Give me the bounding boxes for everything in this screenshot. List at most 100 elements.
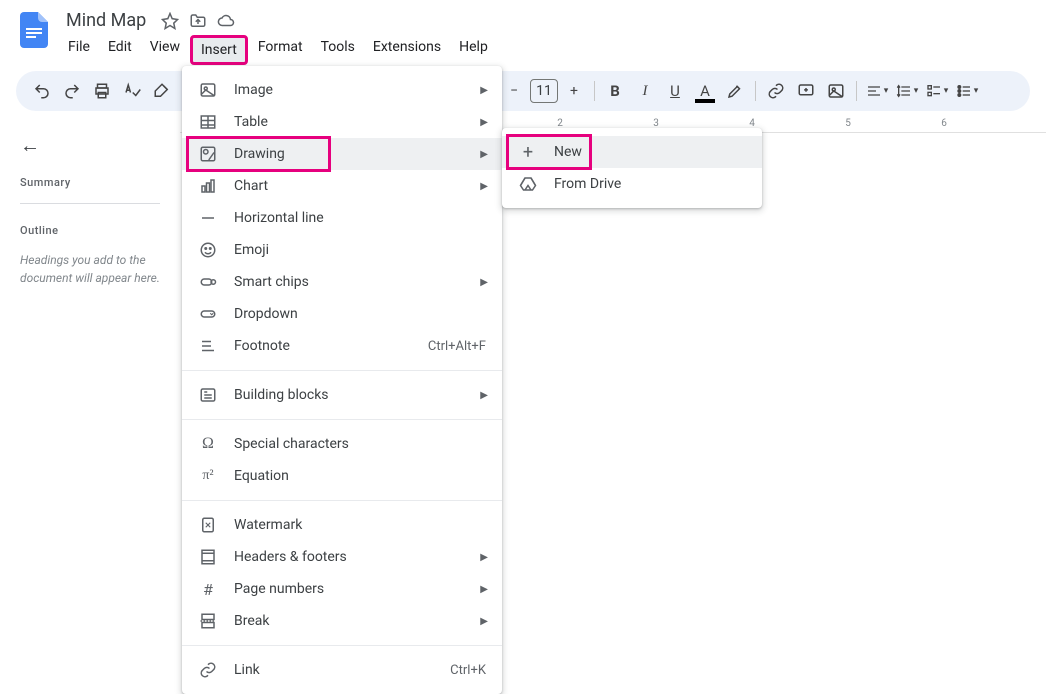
collapse-outline-icon[interactable]: ←: [20, 133, 160, 158]
cloud-status-icon[interactable]: [216, 11, 236, 31]
insert-building-blocks-item[interactable]: Building blocks ▶: [182, 379, 502, 411]
summary-heading: Summary: [20, 176, 160, 189]
insert-link-button[interactable]: [762, 77, 790, 105]
toolbar: − 11 + B I U A: [16, 71, 1030, 111]
omega-icon: Ω: [198, 434, 218, 454]
line-spacing-button[interactable]: [893, 77, 921, 105]
chevron-right-icon: ▶: [480, 552, 488, 563]
chevron-right-icon: ▶: [480, 584, 488, 595]
menu-label: Horizontal line: [234, 210, 324, 226]
outline-sidebar: ← Summary Outline Headings you add to th…: [0, 117, 180, 682]
emoji-icon: [198, 240, 218, 260]
font-size-increase[interactable]: +: [560, 77, 588, 105]
outline-hint: Headings you add to the document will ap…: [20, 251, 160, 287]
insert-break-item[interactable]: Break ▶: [182, 605, 502, 637]
drawing-from-drive-item[interactable]: From Drive: [502, 168, 762, 200]
insert-drawing-item[interactable]: Drawing ▶: [182, 138, 502, 170]
menu-format[interactable]: Format: [250, 35, 311, 65]
insert-image-item[interactable]: Image ▶: [182, 74, 502, 106]
menu-label: Equation: [234, 468, 289, 484]
spellcheck-button[interactable]: [118, 77, 146, 105]
menu-label: Smart chips: [234, 274, 309, 290]
menu-label: Image: [234, 82, 273, 98]
menu-label: Headers & footers: [234, 549, 347, 565]
text-color-button[interactable]: A: [691, 77, 719, 105]
menu-label: Chart: [234, 178, 268, 194]
menu-label: Footnote: [234, 338, 290, 354]
document-title[interactable]: Mind Map: [60, 8, 152, 33]
insert-special-characters-item[interactable]: Ω Special characters: [182, 428, 502, 460]
outline-heading: Outline: [20, 224, 160, 237]
shortcut-label: Ctrl+Alt+F: [428, 339, 486, 354]
break-icon: [198, 611, 218, 631]
bulleted-list-button[interactable]: [953, 77, 981, 105]
menu-label: Break: [234, 613, 269, 629]
font-size-input[interactable]: 11: [530, 79, 558, 103]
insert-dropdown-item[interactable]: Dropdown: [182, 298, 502, 330]
equation-icon: π²: [198, 466, 218, 486]
menu-label: Dropdown: [234, 306, 298, 322]
menu-label: New: [554, 144, 582, 160]
insert-page-numbers-item[interactable]: # Page numbers ▶: [182, 573, 502, 605]
insert-equation-item[interactable]: π² Equation: [182, 460, 502, 492]
drawing-new-item[interactable]: + New: [502, 136, 762, 168]
paint-format-button[interactable]: [148, 77, 176, 105]
menu-extensions[interactable]: Extensions: [365, 35, 449, 65]
horizontal-line-icon: [198, 208, 218, 228]
underline-button[interactable]: U: [661, 77, 689, 105]
insert-menu-dropdown: Image ▶ Table ▶ Drawing ▶ Chart ▶ Horizo…: [182, 66, 502, 694]
menu-insert[interactable]: Insert: [190, 35, 248, 65]
chevron-right-icon: ▶: [480, 390, 488, 401]
menu-help[interactable]: Help: [451, 35, 496, 65]
insert-watermark-item[interactable]: Watermark: [182, 509, 502, 541]
bold-button[interactable]: B: [601, 77, 629, 105]
insert-headers-footers-item[interactable]: Headers & footers ▶: [182, 541, 502, 573]
building-blocks-icon: [198, 385, 218, 405]
undo-button[interactable]: [28, 77, 56, 105]
watermark-icon: [198, 515, 218, 535]
insert-smart-chips-item[interactable]: Smart chips ▶: [182, 266, 502, 298]
star-icon[interactable]: [160, 11, 180, 31]
insert-chart-item[interactable]: Chart ▶: [182, 170, 502, 202]
print-button[interactable]: [88, 77, 116, 105]
align-button[interactable]: [863, 77, 891, 105]
insert-link-item[interactable]: Link Ctrl+K: [182, 654, 502, 686]
dropdown-icon: [198, 304, 218, 324]
insert-horizontal-line-item[interactable]: Horizontal line: [182, 202, 502, 234]
menu-label: Drawing: [234, 146, 285, 162]
link-icon: [198, 660, 218, 680]
chevron-right-icon: ▶: [480, 117, 488, 128]
drawing-submenu: + New From Drive: [502, 128, 762, 208]
headers-footers-icon: [198, 547, 218, 567]
insert-table-item[interactable]: Table ▶: [182, 106, 502, 138]
font-size-decrease[interactable]: −: [500, 77, 528, 105]
redo-button[interactable]: [58, 77, 86, 105]
menu-view[interactable]: View: [142, 35, 188, 65]
plus-icon: +: [518, 142, 538, 162]
menu-label: Emoji: [234, 242, 269, 258]
menu-label: Link: [234, 662, 260, 678]
shortcut-label: Ctrl+K: [450, 663, 486, 678]
menu-label: Special characters: [234, 436, 349, 452]
highlight-button[interactable]: [721, 77, 749, 105]
menu-label: From Drive: [554, 176, 621, 192]
chevron-right-icon: ▶: [480, 616, 488, 627]
insert-emoji-item[interactable]: Emoji: [182, 234, 502, 266]
add-comment-button[interactable]: [792, 77, 820, 105]
italic-button[interactable]: I: [631, 77, 659, 105]
checklist-button[interactable]: [923, 77, 951, 105]
menu-label: Building blocks: [234, 387, 329, 403]
insert-image-button[interactable]: [822, 77, 850, 105]
menu-file[interactable]: File: [60, 35, 98, 65]
menu-label: Table: [234, 114, 268, 130]
smart-chips-icon: [198, 272, 218, 292]
insert-footnote-item[interactable]: Footnote Ctrl+Alt+F: [182, 330, 502, 362]
table-icon: [198, 112, 218, 132]
menu-edit[interactable]: Edit: [100, 35, 140, 65]
chevron-right-icon: ▶: [480, 181, 488, 192]
docs-logo-icon[interactable]: [16, 12, 52, 48]
move-icon[interactable]: [188, 11, 208, 31]
drive-icon: [518, 174, 538, 194]
chart-icon: [198, 176, 218, 196]
menu-tools[interactable]: Tools: [313, 35, 363, 65]
